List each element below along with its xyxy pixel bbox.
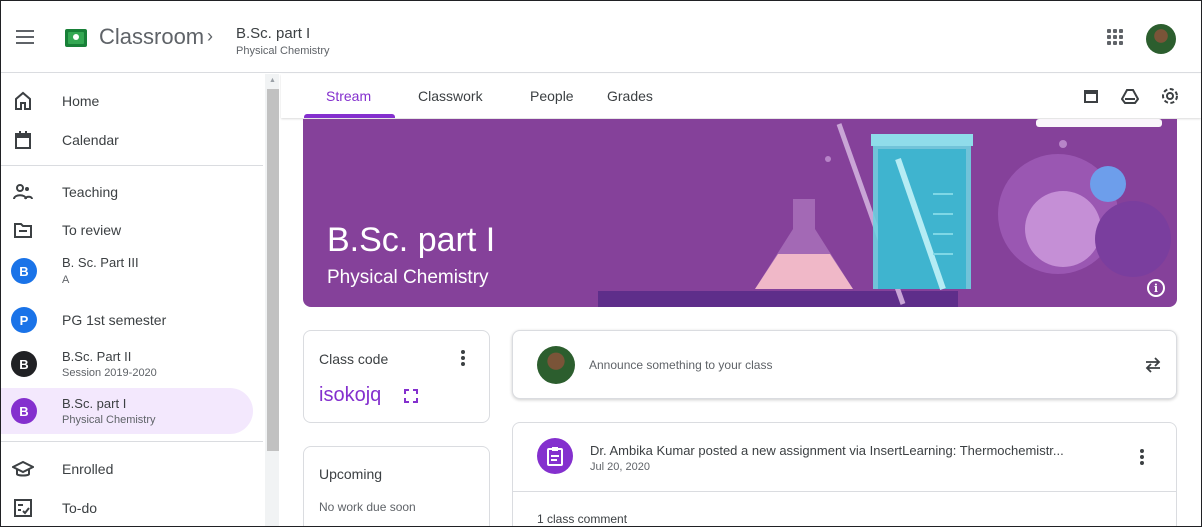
scroll-up-arrow-icon[interactable]: ▲ <box>269 77 276 84</box>
calendar-icon[interactable] <box>1082 87 1100 105</box>
tab-stream[interactable]: Stream <box>326 88 371 104</box>
fullscreen-icon[interactable] <box>404 389 418 403</box>
sidebar-item-bsc-part-iii[interactable]: B B. Sc. Part III A <box>1 249 263 293</box>
tab-classwork[interactable]: Classwork <box>418 88 483 104</box>
folder-icon <box>14 223 32 238</box>
class-banner: B.Sc. part I Physical Chemistry i <box>303 119 1177 307</box>
breadcrumb-class-subtitle: Physical Chemistry <box>236 45 330 57</box>
banner-class-subtitle: Physical Chemistry <box>327 267 489 288</box>
sidebar-item-calendar[interactable]: Calendar <box>1 121 263 159</box>
more-options-icon[interactable] <box>1140 449 1144 465</box>
classroom-window: Classroom › B.Sc. part I Physical Chemis… <box>0 0 1202 527</box>
classroom-logo-icon[interactable] <box>65 29 87 47</box>
class-initial-avatar: B <box>11 258 37 284</box>
class-initial-avatar: P <box>11 307 37 333</box>
post-text[interactable]: Dr. Ambika Kumar posted a new assignment… <box>590 443 1128 458</box>
sidebar-item-label: To review <box>62 222 122 238</box>
tab-people[interactable]: People <box>530 88 574 104</box>
sidebar-item-label: Calendar <box>62 132 119 148</box>
sidebar-item-label: B.Sc. Part II <box>62 349 132 364</box>
home-icon <box>15 91 31 110</box>
sidebar-item-label: B. Sc. Part III <box>62 255 139 270</box>
sidebar-scrollbar-thumb[interactable] <box>267 89 279 451</box>
sidebar-item-bsc-part-i[interactable]: B B.Sc. part I Physical Chemistry <box>1 389 253 433</box>
top-app-bar: Classroom › B.Sc. part I Physical Chemis… <box>1 1 1201 73</box>
class-code-value: isokojq <box>319 384 382 406</box>
calendar-icon <box>15 131 31 149</box>
sidebar-divider <box>1 165 263 166</box>
account-avatar[interactable] <box>1146 24 1176 54</box>
sidebar-item-home[interactable]: Home <box>1 82 263 120</box>
sidebar-item-to-do[interactable]: To-do <box>1 489 263 526</box>
sidebar-item-sublabel: Session 2019-2020 <box>62 367 157 379</box>
sidebar-item-label: PG 1st semester <box>62 312 167 328</box>
drive-folder-icon[interactable] <box>1121 87 1139 105</box>
upcoming-empty-text: No work due soon <box>319 500 416 514</box>
breadcrumb-class-title[interactable]: B.Sc. part I <box>236 25 310 42</box>
sidebar-divider <box>1 441 263 442</box>
tab-grades[interactable]: Grades <box>607 88 653 104</box>
post-date: Jul 20, 2020 <box>590 461 650 473</box>
class-comments-link[interactable]: 1 class comment <box>537 512 627 526</box>
sidebar-item-bsc-part-ii[interactable]: B B.Sc. Part II Session 2019-2020 <box>1 342 263 386</box>
google-apps-icon[interactable] <box>1107 29 1123 45</box>
upcoming-card: Upcoming No work due soon <box>303 446 490 526</box>
sidebar-item-sublabel: A <box>62 274 70 286</box>
assignment-icon-badge <box>537 438 573 474</box>
sidebar-item-label: B.Sc. part I <box>62 396 127 411</box>
sidebar-item-label: To-do <box>62 500 98 516</box>
announce-input[interactable]: Announce something to your class <box>589 358 772 372</box>
class-code-card: Class code isokojq <box>303 330 490 423</box>
upcoming-title: Upcoming <box>319 466 383 482</box>
more-options-icon[interactable] <box>461 350 465 366</box>
sidebar-item-label: Home <box>62 93 100 109</box>
graduation-cap-icon <box>12 460 34 477</box>
post-divider <box>513 491 1176 492</box>
sidebar-item-enrolled[interactable]: Enrolled <box>1 450 263 488</box>
sidebar-item-label: Enrolled <box>62 461 114 477</box>
sidebar: Home Calendar Teaching To review B B. Sc… <box>1 74 263 526</box>
user-avatar <box>537 346 575 384</box>
repost-icon[interactable] <box>1143 355 1163 375</box>
sidebar-item-to-review[interactable]: To review <box>1 211 263 249</box>
class-code-label: Class code <box>319 351 389 367</box>
class-info-icon[interactable]: i <box>1147 279 1165 297</box>
active-tab-indicator <box>304 114 395 118</box>
sidebar-item-pg-1st-semester[interactable]: P PG 1st semester <box>1 301 263 339</box>
class-initial-avatar: B <box>11 398 37 424</box>
announce-card[interactable]: Announce something to your class <box>512 330 1177 399</box>
settings-gear-icon[interactable] <box>1160 86 1180 106</box>
todo-icon <box>14 499 32 517</box>
sidebar-item-teaching[interactable]: Teaching <box>1 173 263 211</box>
assignment-icon <box>547 447 563 466</box>
class-initial-avatar: B <box>11 351 37 377</box>
banner-class-title: B.Sc. part I <box>327 221 496 259</box>
app-title[interactable]: Classroom <box>99 24 204 50</box>
people-icon <box>13 184 33 200</box>
breadcrumb-separator: › <box>207 26 213 46</box>
main-menu-icon[interactable] <box>13 25 37 49</box>
sidebar-item-sublabel: Physical Chemistry <box>62 414 156 426</box>
sidebar-item-label: Teaching <box>62 184 119 200</box>
class-tab-bar: Stream Classwork People Grades <box>281 74 1201 118</box>
stream-post-card[interactable]: Dr. Ambika Kumar posted a new assignment… <box>512 422 1177 526</box>
